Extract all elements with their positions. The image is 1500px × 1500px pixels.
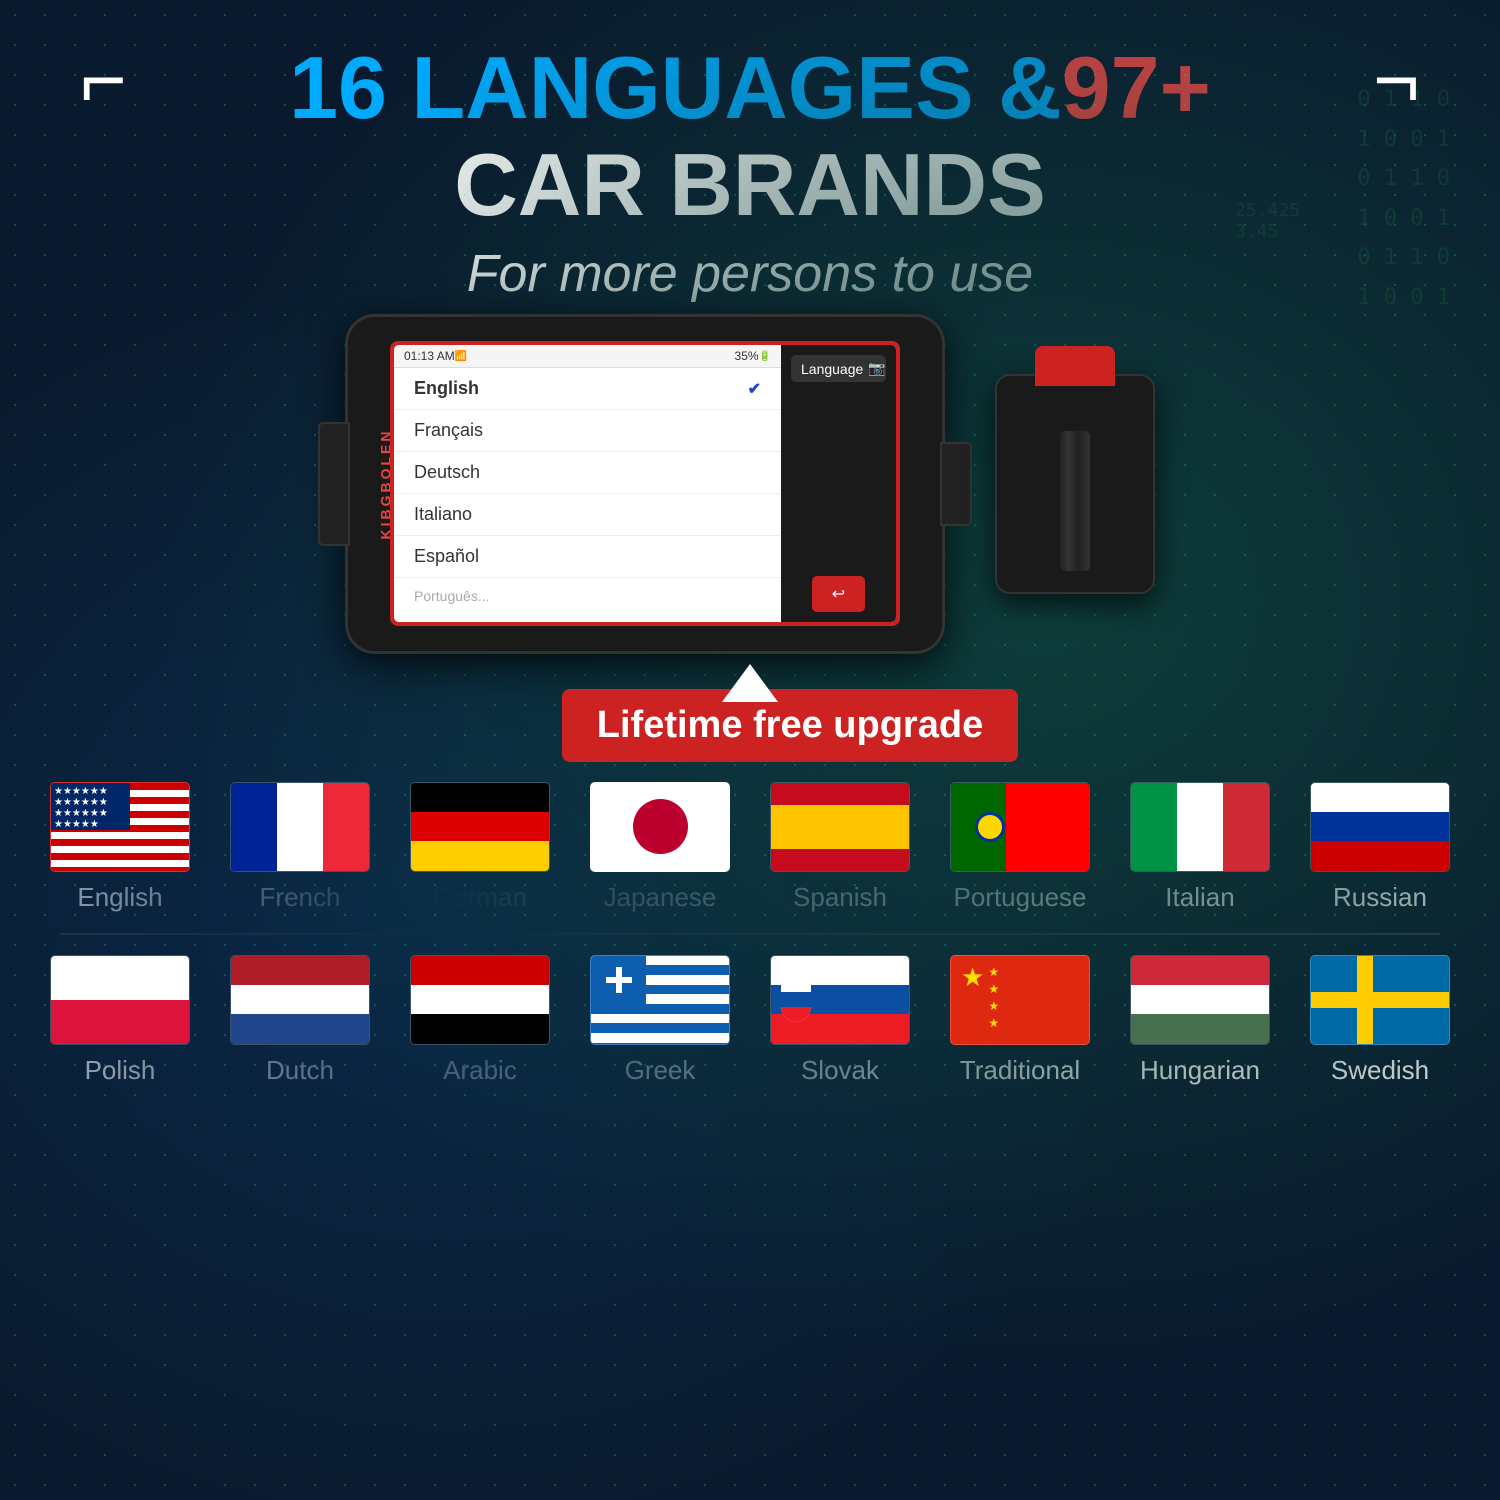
lang-italian[interactable]: Italiano (394, 494, 781, 536)
arrow-up-icon (722, 664, 778, 702)
upgrade-badge: Lifetime free upgrade (562, 689, 1018, 762)
flag-germany (410, 782, 550, 872)
flag-usa: ★★★★★★★★★★★★★★★★★★★★★★★ (50, 782, 190, 872)
flag-slovakia (770, 955, 910, 1045)
obd-connector (1035, 346, 1115, 386)
language-list: English ✔ Français Deutsch Italiano (394, 368, 781, 622)
status-bar: 01:13 AM 📶 35% 🔋 (394, 345, 781, 368)
screen-sidebar: Language 📷 ↩ (781, 345, 896, 622)
lang-french[interactable]: Français (394, 410, 781, 452)
lang-german-label: Deutsch (414, 462, 480, 483)
flag-arabic (410, 955, 550, 1045)
lang-english[interactable]: English ✔ (394, 368, 781, 410)
lang-spanish[interactable]: Español (394, 536, 781, 578)
flag-netherlands (230, 955, 370, 1045)
device-screen: 01:13 AM 📶 35% 🔋 English ✔ (394, 345, 896, 622)
flag-russia (1310, 782, 1450, 872)
bracket-right: ⌐ (1373, 40, 1420, 120)
obd-body (1060, 431, 1090, 571)
lang-spanish-label: Español (414, 546, 479, 567)
flag-greece (590, 955, 730, 1045)
language-button[interactable]: Language 📷 (791, 355, 886, 382)
device-battery: 35% (735, 349, 759, 363)
lang-french-label: Français (414, 420, 483, 441)
language-button-label: Language (801, 361, 863, 377)
lang-portuguese[interactable]: Português... (394, 578, 781, 614)
scanner-device: KIBGBOLEN 01:13 AM 📶 35% 🔋 Eng (345, 314, 945, 654)
flag-italy (1130, 782, 1270, 872)
flag-spain (770, 782, 910, 872)
flag-poland (50, 955, 190, 1045)
flag-japan (590, 782, 730, 872)
back-button[interactable]: ↩ (812, 576, 865, 612)
page: 0 1 1 01 0 0 10 1 1 01 0 0 10 1 1 01 0 0… (0, 0, 1500, 1500)
bracket-left: ⌐ (80, 40, 127, 120)
screen-border: 01:13 AM 📶 35% 🔋 English ✔ (390, 341, 900, 626)
lang-italian-label: Italiano (414, 504, 472, 525)
flag-china: ★ ★ ★ ★ ★ (950, 955, 1090, 1045)
lang-portuguese-label: Português... (414, 588, 490, 604)
screen-main: 01:13 AM 📶 35% 🔋 English ✔ (394, 345, 781, 622)
flag-sweden (1310, 955, 1450, 1045)
device-time: 01:13 AM (404, 349, 455, 363)
lang-english-label: English (414, 378, 479, 399)
upgrade-section: Lifetime free upgrade (0, 669, 1500, 762)
checkmark-icon: ✔ (748, 379, 761, 399)
obd-dongle (995, 374, 1155, 594)
lang-german[interactable]: Deutsch (394, 452, 781, 494)
flag-france (230, 782, 370, 872)
flag-portugal (950, 782, 1090, 872)
flag-hungary (1130, 955, 1270, 1045)
camera-icon: 📷 (868, 360, 885, 377)
